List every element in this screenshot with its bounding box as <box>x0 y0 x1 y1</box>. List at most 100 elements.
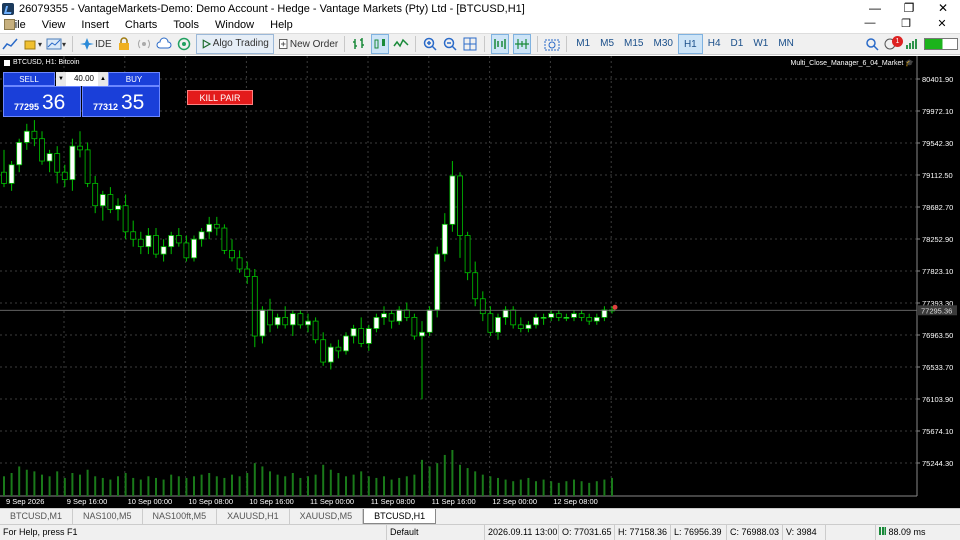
vps-button[interactable] <box>156 34 172 54</box>
lock-button[interactable] <box>116 34 132 54</box>
price-tick-label: 79972.10 <box>922 107 953 116</box>
menu-help[interactable]: Help <box>262 19 301 31</box>
line-chart-button[interactable] <box>393 34 409 54</box>
screenshot-button[interactable] <box>544 34 560 54</box>
time-tick-label: 9 Sep 2026 <box>6 497 44 506</box>
sell-button[interactable]: SELL <box>3 72 55 86</box>
time-tick-label: 10 Sep 16:00 <box>249 497 294 506</box>
ask-price-button[interactable]: 77312 35 <box>82 86 160 117</box>
price-tick-label: 76963.50 <box>922 331 953 340</box>
notification-badge: 1 <box>892 36 903 47</box>
autoscroll-button[interactable] <box>491 34 510 54</box>
timeframe-mn[interactable]: MN <box>773 34 799 54</box>
tab-xauusd-h1[interactable]: XAUUSD,H1 <box>217 509 290 524</box>
candle-body <box>115 205 121 210</box>
algo-trading-button[interactable]: Algo Trading <box>195 34 274 54</box>
signal-button[interactable] <box>136 34 152 54</box>
candle-body <box>1 171 7 184</box>
candle-body <box>267 309 273 326</box>
candle-body <box>441 223 448 255</box>
timeframe-h1[interactable]: H1 <box>677 34 703 54</box>
status-profile[interactable]: Default <box>386 525 484 540</box>
profiles-button[interactable]: ▾ <box>22 34 42 54</box>
time-tick-label: 10 Sep 00:00 <box>128 497 173 506</box>
tab-nas100ft-m5[interactable]: NAS100ft,M5 <box>143 509 218 524</box>
tab-btcusd-m1[interactable]: BTCUSD,M1 <box>0 509 74 524</box>
notifications-button[interactable]: 1 <box>884 34 903 54</box>
timeframe-d1[interactable]: D1 <box>726 34 749 54</box>
price-tick-label: 78252.90 <box>922 235 953 244</box>
chart-area[interactable]: 80401.90 79972.10 79542.30 79112.50 78682.70… <box>0 56 960 508</box>
tab-btcusd-h1[interactable]: BTCUSD,H1 <box>363 509 437 524</box>
menu-charts[interactable]: Charts <box>117 19 165 31</box>
price-tick-label: 76103.90 <box>922 395 953 404</box>
time-tick-label: 9 Sep 16:00 <box>67 497 107 506</box>
expert-advisor-name[interactable]: Multi_Close_Manager_6_04_Market 🎓 <box>790 59 914 67</box>
close-button[interactable]: ✕ <box>926 0 960 17</box>
child-minimize-button[interactable]: — <box>852 17 888 30</box>
timeframe-w1[interactable]: W1 <box>748 34 773 54</box>
price-tick-label: 77823.10 <box>922 267 953 276</box>
candle-body <box>502 309 509 318</box>
tile-windows-button[interactable] <box>462 34 478 54</box>
mobile-button[interactable] <box>904 34 920 54</box>
market-button[interactable] <box>176 34 192 54</box>
lot-decrease-icon[interactable]: ▼ <box>56 72 66 86</box>
timeframe-m1[interactable]: M1 <box>571 34 595 54</box>
price-chart[interactable]: 80401.90 79972.10 79542.30 79112.50 78682.70… <box>0 56 960 508</box>
price-tick-label: 75674.10 <box>922 427 953 436</box>
candle-body <box>213 223 220 229</box>
timeframe-m30[interactable]: M30 <box>648 34 677 54</box>
candle-body <box>282 316 289 326</box>
candle-body <box>525 324 532 329</box>
candle-body <box>320 339 327 363</box>
lot-increase-icon[interactable]: ▲ <box>98 72 108 86</box>
candle-body <box>23 130 30 143</box>
candle-body <box>457 175 463 236</box>
time-tick-label: 12 Sep 08:00 <box>553 497 598 506</box>
zoom-out-button[interactable] <box>442 34 458 54</box>
candle-body <box>160 246 167 255</box>
chart-shift-button[interactable] <box>513 34 532 54</box>
timeframe-m15[interactable]: M15 <box>619 34 648 54</box>
restore-button[interactable]: ❐ <box>892 0 926 17</box>
ea-hat-icon: 🎓 <box>905 60 914 67</box>
candle-body <box>191 238 197 259</box>
candle-chart-button[interactable] <box>371 34 390 54</box>
menu-insert[interactable]: Insert <box>73 19 117 31</box>
candle-body <box>586 316 593 322</box>
menu-window[interactable]: Window <box>207 19 262 31</box>
search-button[interactable] <box>864 34 880 54</box>
timeframe-h4[interactable]: H4 <box>703 34 726 54</box>
minimize-button[interactable]: — <box>858 0 892 17</box>
child-close-button[interactable]: ✕ <box>924 17 960 30</box>
buy-button[interactable]: BUY <box>108 72 160 86</box>
bid-price-button[interactable]: 77295 36 <box>3 86 81 117</box>
templates-button[interactable]: ▾ <box>46 34 66 54</box>
menu-view[interactable]: View <box>34 19 74 31</box>
kill-pair-button[interactable]: KILL PAIR <box>187 90 253 105</box>
candle-body <box>403 309 410 318</box>
autoscroll-icon <box>494 39 506 49</box>
time-tick-label: 11 Sep 08:00 <box>371 497 415 506</box>
chart-line-icon <box>2 38 18 50</box>
zoom-in-button[interactable] <box>422 34 438 54</box>
time-tick-label: 12 Sep 00:00 <box>492 497 537 506</box>
candle-body <box>365 328 372 344</box>
tab-nas100-m5[interactable]: NAS100,M5 <box>73 509 143 524</box>
bar-chart-button[interactable] <box>351 34 367 54</box>
chart-window-icon[interactable] <box>4 19 15 30</box>
timeframe-m5[interactable]: M5 <box>595 34 619 54</box>
new-chart-button[interactable] <box>2 34 18 54</box>
menu-tools[interactable]: Tools <box>165 19 207 31</box>
tab-xauusd-m5[interactable]: XAUUSD,M5 <box>290 509 364 524</box>
metaeditor-button[interactable]: IDE <box>79 34 112 54</box>
child-restore-button[interactable]: ❐ <box>888 17 924 30</box>
candle-body <box>107 194 114 210</box>
new-order-button[interactable]: New Order <box>278 34 338 54</box>
status-connection[interactable]: 88.09 ms <box>875 525 960 540</box>
candle-body <box>137 238 144 248</box>
candle-body <box>593 316 600 322</box>
lot-size-input[interactable]: ▼ 40.00 ▲ <box>56 72 108 86</box>
time-tick-label: 10 Sep 08:00 <box>188 497 233 506</box>
